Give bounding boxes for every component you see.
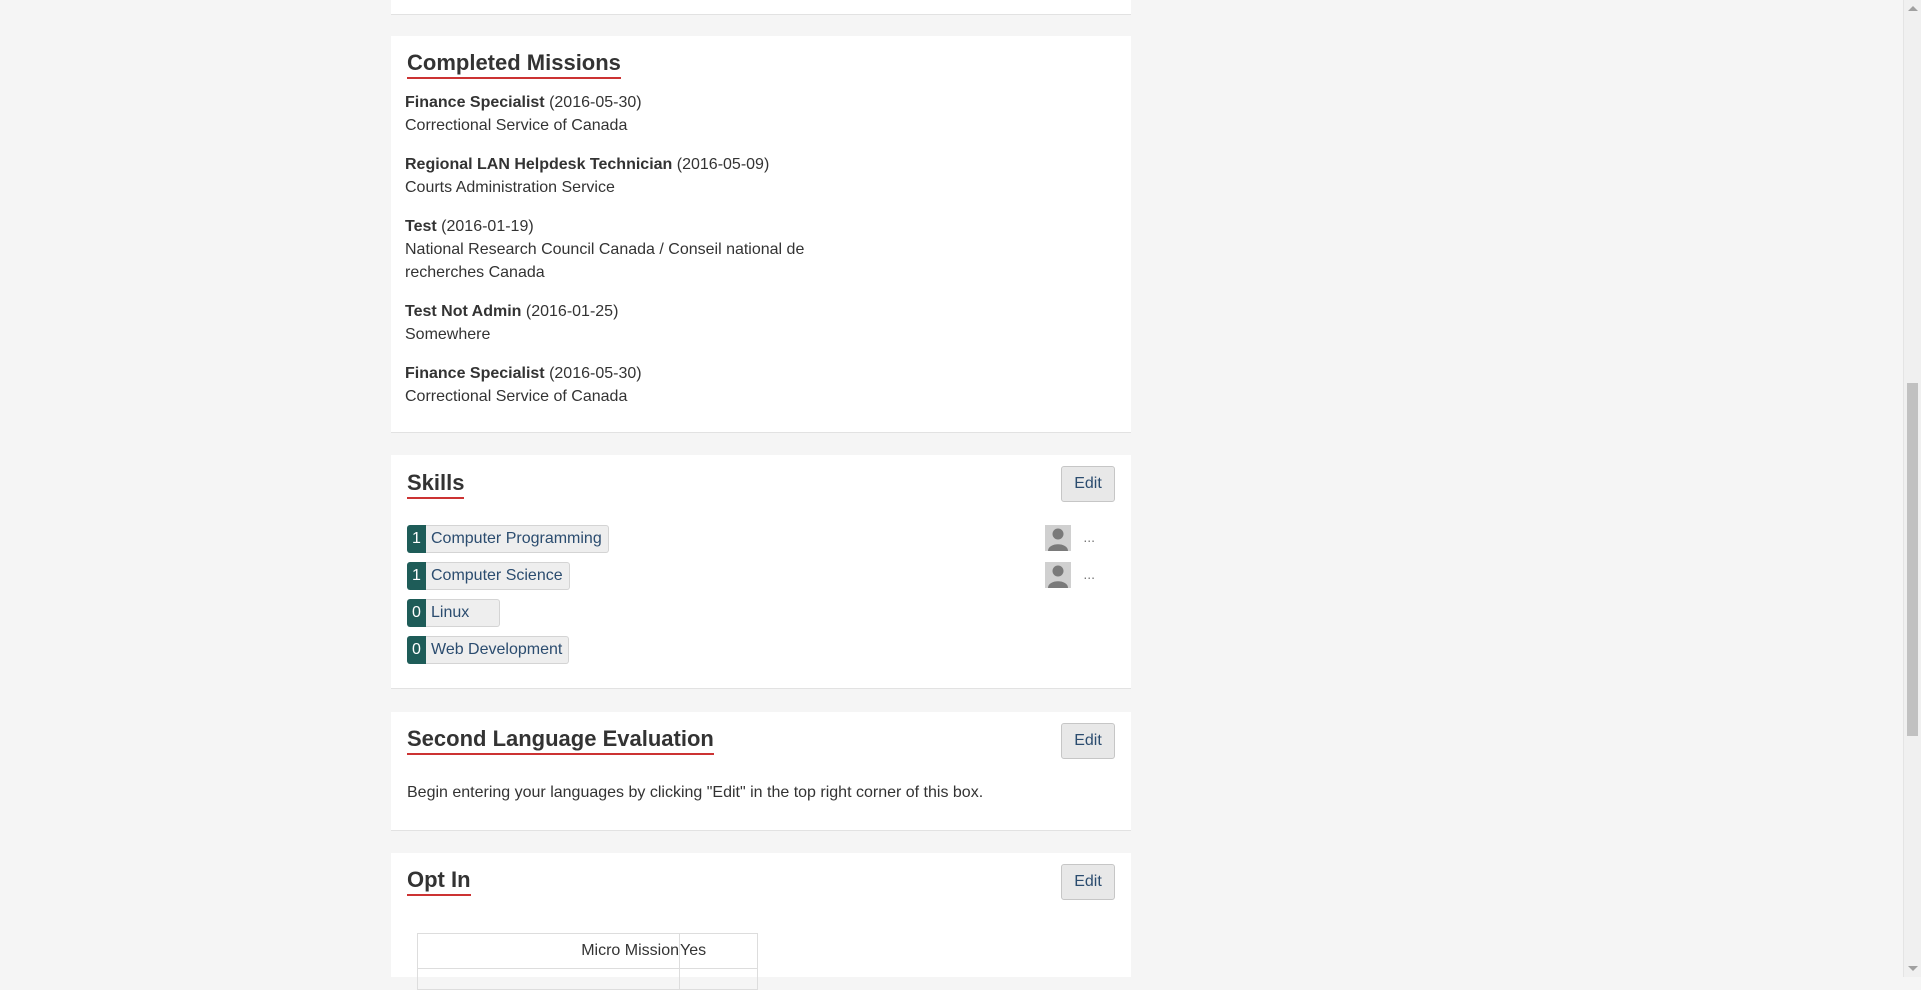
mission-role: Finance Specialist <box>405 365 545 382</box>
previous-panel <box>391 0 1131 15</box>
opt-in-title: Opt In <box>407 867 471 897</box>
mission-item: Test Not Admin (2016-01-25) Somewhere <box>405 300 618 346</box>
mission-role: Test <box>405 218 437 235</box>
mission-role: Test Not Admin <box>405 303 522 320</box>
person-icon <box>1045 562 1072 588</box>
mission-date: (2016-05-30) <box>549 94 642 111</box>
mission-org: Correctional Service of Canada <box>405 117 628 134</box>
skill-endorsement-count: 0 <box>407 599 426 627</box>
mission-item: Finance Specialist (2016-05-30) Correcti… <box>405 362 642 408</box>
opt-in-value: Yes <box>679 933 758 969</box>
mission-org: Courts Administration Service <box>405 179 615 196</box>
skill-endorsement-count: 0 <box>407 636 426 664</box>
skill-item[interactable]: 1 Computer Science <box>407 562 570 590</box>
avatar[interactable] <box>1045 525 1072 551</box>
skill-item[interactable]: 1 Computer Programming <box>407 525 609 553</box>
second-language-empty-text: Begin entering your languages by clickin… <box>407 784 984 801</box>
mission-org: Correctional Service of Canada <box>405 388 628 405</box>
mission-date: (2016-05-30) <box>549 365 642 382</box>
skills-panel: Skills Edit 1 Computer Programming ... 1… <box>391 455 1131 689</box>
completed-missions-title: Completed Missions <box>407 50 621 80</box>
skill-name[interactable]: Web Development <box>426 636 570 664</box>
person-icon <box>1045 525 1072 551</box>
mission-org: Somewhere <box>405 326 491 343</box>
mission-item: Finance Specialist (2016-05-30) Correcti… <box>405 91 642 137</box>
mission-date: (2016-01-25) <box>525 303 619 320</box>
second-language-panel: Second Language Evaluation Edit Begin en… <box>391 712 1131 831</box>
opt-in-table: Micro Mission Yes <box>417 933 758 990</box>
skill-endorsement-count: 1 <box>407 562 426 590</box>
mission-role: Regional LAN Helpdesk Technician <box>405 156 673 173</box>
mission-item: Test (2016-01-19) National Research Coun… <box>405 215 825 284</box>
opt-in-edit-button[interactable]: Edit <box>1061 864 1115 900</box>
avatar[interactable] <box>1045 562 1072 588</box>
skill-name[interactable]: Computer Science <box>426 562 570 590</box>
more-endorsers-link[interactable]: ... <box>1083 529 1095 545</box>
skill-endorsement-count: 1 <box>407 525 426 553</box>
completed-missions-panel: Completed Missions Finance Specialist (2… <box>391 36 1131 433</box>
scroll-up-arrow-icon[interactable] <box>1908 6 1918 11</box>
mission-role: Finance Specialist <box>405 94 545 111</box>
more-endorsers-link[interactable]: ... <box>1083 566 1095 582</box>
skill-endorsers: ... <box>1045 525 1095 551</box>
skill-item[interactable]: 0 Web Development <box>407 636 570 664</box>
skill-name[interactable]: Linux <box>426 599 501 627</box>
skill-name[interactable]: Computer Programming <box>426 525 609 553</box>
opt-in-label: Micro Mission <box>417 933 680 969</box>
second-language-edit-button[interactable]: Edit <box>1061 723 1115 759</box>
skills-edit-button[interactable]: Edit <box>1061 466 1115 502</box>
mission-item: Regional LAN Helpdesk Technician (2016-0… <box>405 153 769 199</box>
scrollbar-thumb[interactable] <box>1907 383 1918 736</box>
opt-in-panel: Opt In Edit Micro Mission Yes <box>391 853 1131 990</box>
skills-title: Skills <box>407 470 465 500</box>
table-row <box>417 968 758 990</box>
mission-org: National Research Council Canada / Conse… <box>405 241 805 281</box>
skill-endorsers: ... <box>1045 562 1095 588</box>
table-row: Micro Mission Yes <box>417 933 758 969</box>
skill-item[interactable]: 0 Linux <box>407 599 501 627</box>
mission-date: (2016-01-19) <box>441 218 534 235</box>
vertical-scrollbar[interactable] <box>1903 0 1921 977</box>
scroll-down-arrow-icon[interactable] <box>1908 966 1918 971</box>
second-language-title: Second Language Evaluation <box>407 726 714 756</box>
mission-date: (2016-05-09) <box>676 156 770 173</box>
